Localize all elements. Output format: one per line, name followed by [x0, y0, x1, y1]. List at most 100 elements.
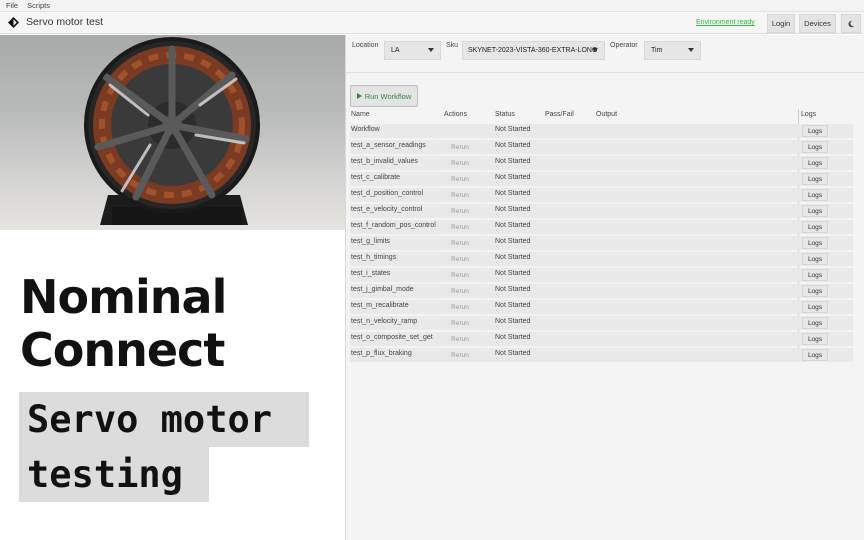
workflow-pane: Location LA Sku SKYNET-2023-VISTA-360-EX… — [346, 35, 864, 540]
sku-value: SKYNET-2023-VISTA-360-EXTRA-LONG — [468, 47, 598, 54]
status-text: Not Started — [495, 142, 531, 149]
rerun-button[interactable]: Rerun — [446, 238, 474, 248]
sku-select[interactable]: SKYNET-2023-VISTA-360-EXTRA-LONG — [462, 41, 605, 60]
sku-label: Sku — [446, 42, 459, 49]
status-text: Not Started — [495, 206, 531, 213]
location-label: Location — [352, 42, 379, 49]
menu-file[interactable]: File — [6, 1, 18, 10]
devices-button[interactable]: Devices — [799, 14, 836, 33]
rerun-button[interactable]: Rerun — [446, 318, 474, 328]
logs-button[interactable]: Logs — [802, 221, 828, 233]
subtitle-line-1: Servo motor — [19, 392, 309, 447]
table-row: test_c_calibrate Rerun Not Started Logs — [350, 172, 853, 186]
table-row: test_n_velocity_ramp Rerun Not Started Logs — [350, 316, 853, 330]
nominal-logo-icon — [8, 17, 19, 28]
test-name: test_h_timings — [351, 254, 397, 261]
status-text: Not Started — [495, 254, 531, 261]
subtitle: Servo motor testing — [19, 392, 309, 502]
status-text: Not Started — [495, 190, 531, 197]
brand-title: Nominal Connect — [20, 270, 227, 377]
options-divider — [346, 72, 864, 73]
rerun-button[interactable]: Rerun — [446, 158, 474, 168]
logs-button[interactable]: Logs — [802, 317, 828, 329]
column-header-name: Name — [351, 111, 370, 118]
rerun-button[interactable]: Rerun — [446, 190, 474, 200]
run-workflow-label: Run Workflow — [364, 91, 412, 101]
status-text: Not Started — [495, 126, 531, 133]
table-row: test_a_sensor_readings Rerun Not Started Lo… — [350, 140, 853, 154]
status-text: Not Started — [495, 174, 531, 181]
status-text: Not Started — [495, 270, 531, 277]
operator-label: Operator — [610, 42, 638, 49]
menu-scripts[interactable]: Scripts — [27, 1, 50, 10]
status-text: Not Started — [495, 302, 531, 309]
table-row: test_m_recalibrate Rerun Not Started Logs — [350, 300, 853, 314]
rerun-button[interactable]: Rerun — [446, 222, 474, 232]
play-icon — [356, 93, 362, 99]
logs-button[interactable]: Logs — [802, 349, 828, 361]
table-row: test_d_position_control Rerun Not Started L… — [350, 188, 853, 202]
table-row: test_e_velocity_control Rerun Not Started L… — [350, 204, 853, 218]
logs-button[interactable]: Logs — [802, 269, 828, 281]
login-button[interactable]: Login — [767, 14, 795, 33]
table-row: Workflow Not Started Logs — [350, 124, 853, 138]
servo-motor-photo — [0, 35, 345, 230]
menu-bar: File Scripts — [0, 0, 864, 12]
moon-icon — [848, 20, 855, 27]
logs-button[interactable]: Logs — [802, 301, 828, 313]
status-text: Not Started — [495, 222, 531, 229]
subtitle-line-2: testing — [19, 447, 209, 502]
test-name: test_d_position_control — [351, 190, 423, 197]
chevron-down-icon — [688, 48, 694, 52]
servo-motor-illustration — [84, 37, 260, 225]
status-text: Not Started — [495, 158, 531, 165]
operator-select[interactable]: Tim — [644, 41, 701, 60]
location-value: LA — [391, 47, 400, 54]
operator-value: Tim — [651, 47, 663, 54]
table-row: test_g_limits Rerun Not Started Logs — [350, 236, 853, 250]
status-text: Not Started — [495, 350, 531, 357]
logs-button[interactable]: Logs — [802, 141, 828, 153]
logs-button[interactable]: Logs — [802, 253, 828, 265]
rerun-button[interactable]: Rerun — [446, 350, 474, 360]
run-workflow-button[interactable]: Run Workflow — [350, 85, 418, 107]
test-name: test_e_velocity_control — [351, 206, 423, 213]
logs-button[interactable]: Logs — [802, 285, 828, 297]
column-header-output: Output — [596, 111, 618, 118]
logs-button[interactable]: Logs — [802, 157, 828, 169]
rerun-button[interactable]: Rerun — [446, 254, 474, 264]
rerun-button[interactable]: Rerun — [446, 270, 474, 280]
test-name: test_a_sensor_readings — [351, 142, 426, 149]
rerun-button[interactable]: Rerun — [446, 142, 474, 152]
left-pane: Nominal Connect Servo motor testing — [0, 35, 345, 540]
column-header-actions: Actions — [444, 111, 467, 118]
logs-button[interactable]: Logs — [802, 173, 828, 185]
status-text: Not Started — [495, 334, 531, 341]
app-title: Servo motor test — [26, 16, 104, 28]
status-text: Not Started — [495, 318, 531, 325]
rerun-button[interactable]: Rerun — [446, 206, 474, 216]
location-select[interactable]: LA — [384, 41, 441, 60]
test-name: Workflow — [351, 126, 380, 133]
logs-button[interactable]: Logs — [802, 125, 828, 137]
rerun-button[interactable]: Rerun — [446, 286, 474, 296]
rerun-button[interactable]: Rerun — [446, 174, 474, 184]
status-text: Not Started — [495, 238, 531, 245]
test-name: test_o_composite_set_get — [351, 334, 433, 341]
test-name: test_n_velocity_ramp — [351, 318, 418, 325]
rerun-button[interactable]: Rerun — [446, 302, 474, 312]
theme-toggle-button[interactable] — [841, 14, 861, 33]
test-name: test_b_invalid_values — [351, 158, 418, 165]
environment-status-link[interactable]: Environment ready — [696, 19, 755, 26]
chevron-down-icon — [428, 48, 434, 52]
title-bar: Servo motor test Environment ready Login… — [0, 12, 864, 34]
logs-button[interactable]: Logs — [802, 333, 828, 345]
rerun-button[interactable]: Rerun — [446, 334, 474, 344]
chevron-down-icon — [592, 48, 598, 52]
logs-button[interactable]: Logs — [802, 205, 828, 217]
test-name: test_g_limits — [351, 238, 390, 245]
logs-button[interactable]: Logs — [802, 237, 828, 249]
test-name: test_p_flux_braking — [351, 350, 412, 357]
logs-button[interactable]: Logs — [802, 189, 828, 201]
table-row: test_o_composite_set_get Rerun Not Started… — [350, 332, 853, 346]
